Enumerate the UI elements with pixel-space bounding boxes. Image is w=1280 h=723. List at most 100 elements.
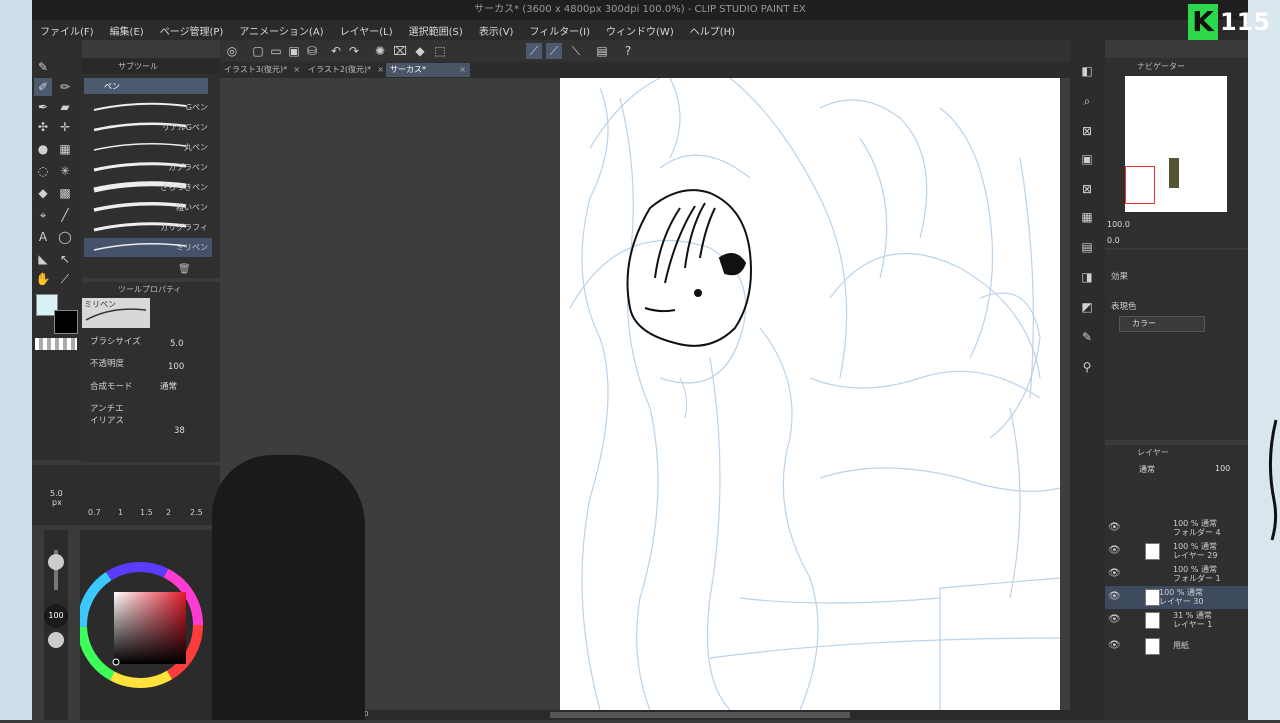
balloon-tool-icon[interactable]: ◯ — [56, 228, 74, 246]
transparent-color-swatch[interactable] — [35, 338, 77, 350]
brush-item[interactable]: リアルGペン — [84, 118, 212, 137]
auto-action-icon[interactable]: ◨ — [1078, 268, 1096, 286]
brush-item[interactable]: ざらつきペン — [84, 178, 212, 197]
snap-grid-icon[interactable]: ⟍ — [568, 43, 584, 59]
text-tool-icon[interactable]: A — [34, 228, 52, 246]
tab-document-1[interactable]: イラスト3(復元)* × — [220, 63, 304, 77]
gradient-tool-icon[interactable]: ▩ — [56, 184, 74, 202]
dropper-tool-icon[interactable]: ⟋ — [56, 270, 74, 288]
blend-tool-icon[interactable]: ● — [34, 140, 52, 158]
layer-row[interactable]: 👁 100 % 通常 フォルダー 1 — [1105, 563, 1248, 586]
brush-item[interactable]: 粗いペン — [84, 198, 212, 217]
object-tool-icon[interactable]: ↖ — [56, 250, 74, 268]
layer-row-paper[interactable]: 👁 用紙 — [1105, 635, 1248, 658]
loading-icon[interactable]: ✺ — [372, 43, 388, 59]
menu-layer[interactable]: レイヤー(L) — [332, 23, 401, 38]
document-icon[interactable]: ▤ — [594, 43, 610, 59]
subtool-group-tab[interactable]: ペン — [84, 78, 208, 94]
redo-icon[interactable]: ↷ — [346, 43, 362, 59]
navigator-viewport[interactable] — [1125, 166, 1155, 204]
fill-icon[interactable]: ◆ — [412, 43, 428, 59]
menu-edit[interactable]: 編集(E) — [102, 23, 152, 38]
opacity-slider-handle[interactable] — [48, 632, 64, 648]
close-icon[interactable]: × — [293, 63, 300, 77]
navigator-preview[interactable] — [1125, 76, 1227, 212]
brush-item[interactable]: Gペン — [84, 98, 212, 117]
eye-icon[interactable]: 👁 — [1108, 640, 1121, 651]
sub-color-swatch[interactable] — [54, 310, 78, 334]
close-panel-icon[interactable]: ⊠ — [1078, 180, 1096, 198]
size-slider-handle[interactable] — [48, 554, 64, 570]
brush-item-selected[interactable]: ミリペン — [84, 238, 212, 257]
tool-info-icon[interactable]: ◧ — [1078, 62, 1096, 80]
person-icon[interactable]: ⚲ — [1078, 358, 1096, 376]
new-file-icon[interactable]: ▢ — [250, 43, 266, 59]
layer-row[interactable]: 👁 100 % 通常 フォルダー 4 — [1105, 517, 1248, 540]
menu-window[interactable]: ウィンドウ(W) — [598, 23, 682, 38]
frame-tool-icon[interactable]: ◣ — [34, 250, 52, 268]
close-icon[interactable]: × — [377, 63, 384, 77]
grid-tool-icon[interactable]: ▦ — [56, 140, 74, 158]
opacity-value[interactable]: 100 — [168, 362, 184, 372]
eyedropper-tool-icon[interactable]: ⌖ — [34, 206, 52, 224]
open-file-icon[interactable]: ▭ — [268, 43, 284, 59]
eraser-tool-icon[interactable]: ▰ — [56, 98, 74, 116]
save-icon[interactable]: ▣ — [286, 43, 302, 59]
pen-tool-icon-selected[interactable]: ✐ — [34, 78, 52, 96]
menu-help[interactable]: ヘルプ(H) — [682, 23, 743, 38]
layer-blend-select[interactable]: 通常 — [1139, 464, 1155, 475]
undo-icon[interactable]: ↶ — [328, 43, 344, 59]
snap-ruler-icon[interactable]: ⟋ — [526, 43, 542, 59]
camera-icon[interactable]: ▣ — [1078, 150, 1096, 168]
material-icon[interactable]: ⊠ — [1078, 122, 1096, 140]
close-icon[interactable]: × — [459, 63, 466, 77]
menu-view[interactable]: 表示(V) — [471, 23, 522, 38]
display-color-select[interactable]: カラー — [1119, 316, 1205, 332]
brush-tool-icon[interactable]: ✒ — [34, 98, 52, 116]
menu-selection[interactable]: 選択範囲(S) — [401, 23, 471, 38]
menu-filter[interactable]: フィルター(I) — [521, 23, 598, 38]
history-icon[interactable]: ▤ — [1078, 238, 1096, 256]
clear-icon[interactable]: ⌧ — [392, 43, 408, 59]
layer-property-icon[interactable]: ◩ — [1078, 298, 1096, 316]
menu-page[interactable]: ページ管理(P) — [152, 23, 232, 38]
eye-icon[interactable]: 👁 — [1108, 545, 1121, 556]
brush-item[interactable]: 丸ペン — [84, 138, 212, 157]
pencil-tool-icon[interactable]: ✏ — [56, 78, 74, 96]
menu-file[interactable]: ファイル(F) — [32, 23, 102, 38]
brush-item[interactable]: カブラペン — [84, 158, 212, 177]
pen-tool-icon[interactable]: ✎ — [34, 58, 52, 76]
hand-tool-icon[interactable]: ✋ — [34, 270, 52, 288]
move-tool-icon[interactable]: ✛ — [56, 118, 74, 136]
eye-icon[interactable]: 👁 — [1108, 591, 1121, 602]
magic-wand-icon[interactable]: ✳ — [56, 162, 74, 180]
search-icon[interactable]: ⌕ — [1078, 92, 1096, 110]
blend-mode-select[interactable]: 通常 — [160, 380, 177, 392]
eye-icon[interactable]: 👁 — [1108, 614, 1121, 625]
tab-document-active[interactable]: サーカス* × — [386, 63, 470, 77]
lasso-tool-icon[interactable]: ◌ — [34, 162, 52, 180]
layer-row-selected[interactable]: 👁 100 % 通常 レイヤー 30 — [1105, 586, 1248, 609]
brush-item[interactable]: カリグラフィ — [84, 218, 212, 237]
layer-opacity-value[interactable]: 100 — [1215, 464, 1230, 473]
horizontal-scrollbar[interactable] — [550, 712, 850, 718]
line-tool-icon[interactable]: ╱ — [56, 206, 74, 224]
decoration-tool-icon[interactable]: ✣ — [34, 118, 52, 136]
export-icon[interactable]: ⛁ — [304, 43, 320, 59]
menu-animation[interactable]: アニメーション(A) — [231, 23, 331, 38]
brush-size-value[interactable]: 5.0 — [170, 339, 184, 349]
zoom-value[interactable]: 100.0 — [1107, 220, 1130, 229]
drawing-canvas[interactable] — [560, 78, 1060, 710]
rotation-value[interactable]: 0.0 — [1107, 236, 1120, 245]
fill-tool-icon[interactable]: ◆ — [34, 184, 52, 202]
snap-special-ruler-icon[interactable]: ⟋ — [546, 43, 562, 59]
trash-icon[interactable]: 🗑 — [178, 264, 191, 275]
help-icon[interactable]: ? — [620, 43, 636, 59]
grid-icon[interactable]: ▦ — [1078, 208, 1096, 226]
eye-icon[interactable]: 👁 — [1108, 522, 1121, 533]
tab-document-2[interactable]: イラスト2(復元)* × — [304, 63, 388, 77]
layer-row[interactable]: 👁 100 % 通常 レイヤー 29 — [1105, 540, 1248, 563]
transform-icon[interactable]: ⬚ — [432, 43, 448, 59]
edit-icon[interactable]: ✎ — [1078, 328, 1096, 346]
studio-icon[interactable]: ◎ — [224, 43, 240, 59]
